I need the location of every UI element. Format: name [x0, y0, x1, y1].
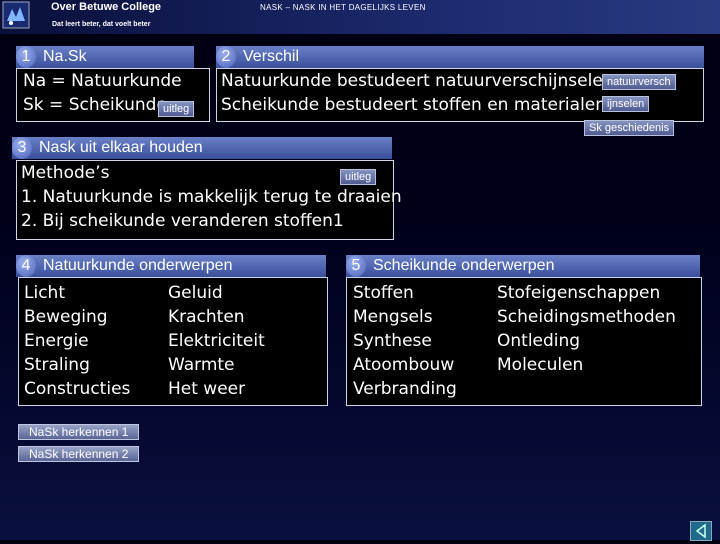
block4-topic: Constructies [24, 379, 131, 399]
block2-header: 2 Verschil [216, 46, 704, 68]
college-name: Over Betuwe College [51, 1, 162, 13]
natuurverschijnselen-button-part2[interactable]: ijnselen [602, 96, 650, 112]
block5-topic: Scheidingsmethoden [497, 307, 676, 327]
block4-title: Natuurkunde onderwerpen [43, 257, 233, 274]
block1-header: 1 Na.Sk [16, 46, 194, 68]
block4-topic: Beweging [24, 307, 108, 327]
title-bar: Over Betuwe College Dat leert beter, dat… [0, 0, 720, 34]
block2-line-1: Natuurkunde bestudeert natuurverschijnse… [221, 71, 614, 91]
block5-number: 5 [346, 255, 366, 277]
block4-topic: Het weer [168, 379, 246, 399]
block1-uitleg-button[interactable]: uitleg [158, 101, 195, 117]
sk-geschiedenis-button[interactable]: Sk geschiedenis [584, 120, 675, 136]
block3-uitleg-button[interactable]: uitleg [340, 169, 377, 185]
block4-number: 4 [16, 255, 36, 277]
block2-title: Verschil [243, 48, 300, 65]
block3-header: 3 Nask uit elkaar houden [12, 137, 392, 159]
page-title: NASK – NASK IN HET DAGELIJKS LEVEN [260, 3, 426, 12]
block5-title: Scheikunde onderwerpen [373, 257, 555, 274]
block4-topic: Straling [24, 355, 90, 375]
natuurverschijnselen-button-part1[interactable]: natuurversch [602, 74, 676, 90]
nask-herkennen-1-button[interactable]: NaSk herkennen 1 [18, 424, 140, 440]
block3-line-1: Methode’s [21, 163, 110, 183]
block3-number: 3 [12, 137, 32, 159]
block5-topic: Stofeigenschappen [497, 283, 661, 303]
block5-topic: Moleculen [497, 355, 584, 375]
block5-topic: Verbranding [353, 379, 457, 399]
block5-topic: Atoombouw [353, 355, 455, 375]
back-arrow-icon [695, 523, 706, 539]
block4-topic: Elektriciteit [168, 331, 265, 351]
back-button[interactable] [690, 521, 712, 541]
block4-header: 4 Natuurkunde onderwerpen [16, 255, 326, 277]
block5-topic: Ontleding [497, 331, 581, 351]
block1-line-2: Sk = Scheikunde [23, 95, 167, 115]
college-tagline: Dat leert beter, dat voelt beter [52, 21, 151, 28]
nask-herkennen-2-button[interactable]: NaSk herkennen 2 [18, 446, 140, 462]
block1-title: Na.Sk [43, 48, 87, 65]
block4-topic: Geluid [168, 283, 223, 303]
block5-topic: Stoffen [353, 283, 414, 303]
block5-topic: Mengsels [353, 307, 433, 327]
block3-title: Nask uit elkaar houden [39, 139, 203, 156]
block4-topic: Krachten [168, 307, 245, 327]
block4-topic: Energie [24, 331, 89, 351]
block2-line-2: Scheikunde bestudeert stoffen en materia… [221, 95, 607, 115]
block4-topic: Warmte [168, 355, 235, 375]
block1-number: 1 [16, 46, 36, 68]
block1-line-1: Na = Natuurkunde [23, 71, 182, 91]
block3-line-2: 1. Natuurkunde is makkelijk terug te dra… [21, 187, 402, 207]
block2-number: 2 [216, 46, 236, 68]
block4-topic: Licht [24, 283, 65, 303]
block5-header: 5 Scheikunde onderwerpen [346, 255, 700, 277]
block5-topic: Synthese [353, 331, 432, 351]
block3-line-3: 2. Bij scheikunde veranderen stoffen1 [21, 211, 344, 231]
college-logo-icon [2, 1, 30, 29]
